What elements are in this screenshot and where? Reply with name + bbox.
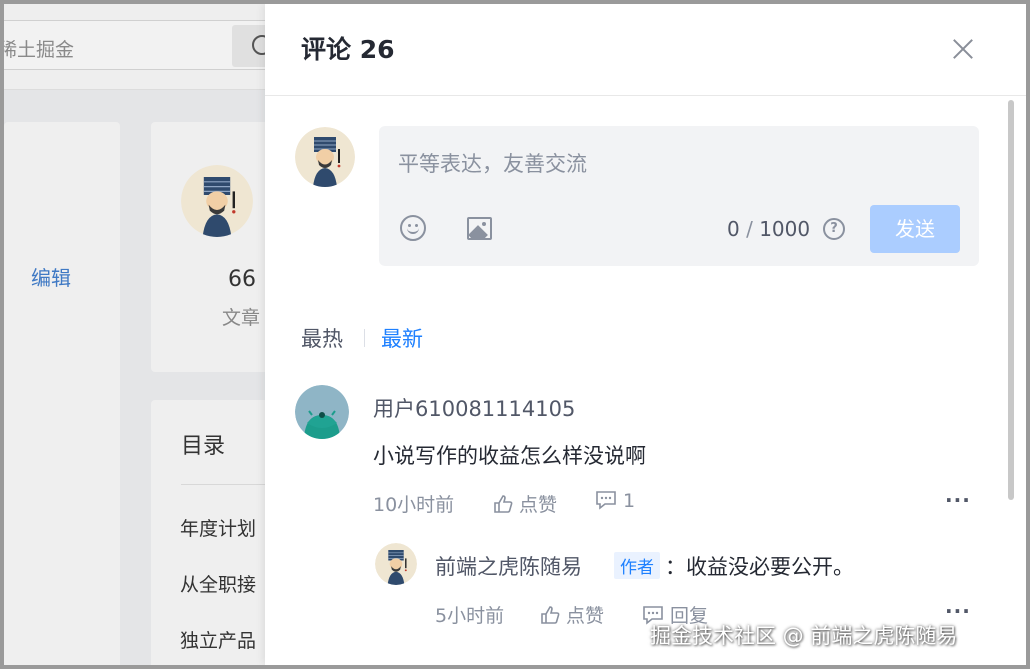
sort-divider [364, 329, 365, 347]
char-counter: 0 / 1000 [727, 217, 811, 241]
commenter-avatar[interactable] [295, 385, 349, 439]
scrollbar[interactable] [1008, 100, 1014, 500]
more-options-button[interactable]: ··· [945, 488, 971, 512]
thumb-up-icon [494, 495, 513, 513]
like-label: 点赞 [519, 494, 558, 516]
comment-drawer: 评论 26 平等表达，友善交流 0 / 1000 ? 发送 最热 最新 用户61… [265, 4, 1026, 665]
drawer-title: 评论 26 [301, 35, 395, 64]
search-bar[interactable]: 稀土掘金 [4, 20, 300, 70]
author-badge: 作者 [614, 552, 660, 579]
edit-link[interactable]: 编辑 [31, 262, 71, 291]
reply-avatar[interactable] [375, 543, 417, 585]
reply-author-name[interactable]: 前端之虎陈随易 [435, 551, 582, 581]
author-avatar[interactable] [181, 165, 253, 237]
tab-hottest[interactable]: 最热 [301, 323, 343, 353]
char-count-max: 1000 [759, 217, 811, 241]
like-button[interactable]: 点赞 [493, 490, 557, 517]
comment-input[interactable]: 平等表达，友善交流 0 / 1000 ? 发送 [379, 126, 979, 266]
current-user-avatar [295, 127, 355, 187]
search-placeholder: 稀土掘金 [4, 39, 75, 61]
toc-item[interactable]: 从全职接 [180, 570, 256, 597]
toc-item[interactable]: 独立产品 [180, 626, 256, 653]
article-count: 66 [228, 267, 256, 292]
tab-newest[interactable]: 最新 [381, 323, 423, 353]
comment-bubble-icon [596, 491, 616, 510]
image-icon[interactable] [467, 217, 492, 240]
toc-item[interactable]: 年度计划 [180, 514, 256, 541]
reply-text: ：收益没必要公开。 [665, 555, 854, 579]
reply-like-button[interactable]: 点赞 [540, 601, 604, 628]
watermark: 掘金技术社区 @ 前端之虎陈随易 [650, 624, 958, 648]
commenter-name[interactable]: 用户610081114105 [373, 393, 575, 423]
reply-count: 1 [623, 490, 636, 512]
reply-time: 5小时前 [435, 605, 505, 627]
help-icon[interactable]: ? [823, 218, 845, 240]
reply-like-label: 点赞 [566, 605, 605, 627]
article-count-label: 文章 [222, 307, 261, 329]
drawer-header: 评论 26 [265, 4, 1026, 96]
comment-input-placeholder: 平等表达，友善交流 [398, 152, 587, 176]
comment-time: 10小时前 [373, 494, 455, 516]
send-button[interactable]: 发送 [870, 205, 960, 253]
toc-title: 目录 [181, 434, 226, 459]
char-count-current: 0 [727, 217, 740, 241]
reply-button[interactable]: 1 [595, 490, 635, 512]
comment-text: 小说写作的收益怎么样没说啊 [373, 444, 646, 468]
left-card [4, 122, 120, 665]
thumb-up-icon [541, 606, 560, 624]
app-frame: 稀土掘金 编辑 66 文章 目录 年度计划 从全职接 独立产品 评论 26 平等… [4, 4, 1026, 665]
emoji-icon[interactable] [400, 215, 426, 241]
close-icon[interactable] [949, 35, 977, 63]
